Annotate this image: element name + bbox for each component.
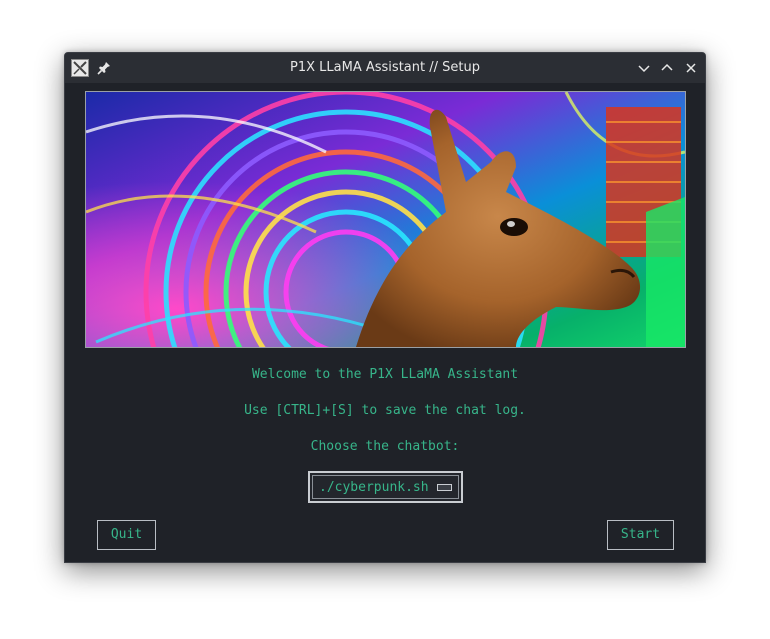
save-hint-text: Use [CTRL]+[S] to save the chat log. [244, 403, 526, 418]
pin-icon[interactable] [95, 59, 113, 77]
welcome-text: Welcome to the P1X LLaMA Assistant [251, 367, 519, 382]
title-bar[interactable]: P1X LLaMA Assistant // Setup [65, 53, 705, 83]
app-icon[interactable] [71, 59, 89, 77]
quit-button[interactable]: Quit [97, 520, 156, 550]
choose-chatbot-label: Choose the chatbot: [310, 439, 460, 454]
dropdown-indicator-icon [437, 484, 452, 491]
window-title: P1X LLaMA Assistant // Setup [290, 60, 480, 75]
close-icon[interactable] [682, 59, 700, 77]
chatbot-select[interactable]: ./cyberpunk.sh [308, 471, 463, 503]
chevron-down-icon[interactable] [635, 59, 653, 77]
chatbot-select-value: ./cyberpunk.sh [319, 479, 429, 495]
chevron-up-icon[interactable] [658, 59, 676, 77]
llama-banner-image [85, 91, 686, 348]
setup-window: P1X LLaMA Assistant // Setup Welcome to … [64, 52, 706, 563]
start-button[interactable]: Start [607, 520, 674, 550]
